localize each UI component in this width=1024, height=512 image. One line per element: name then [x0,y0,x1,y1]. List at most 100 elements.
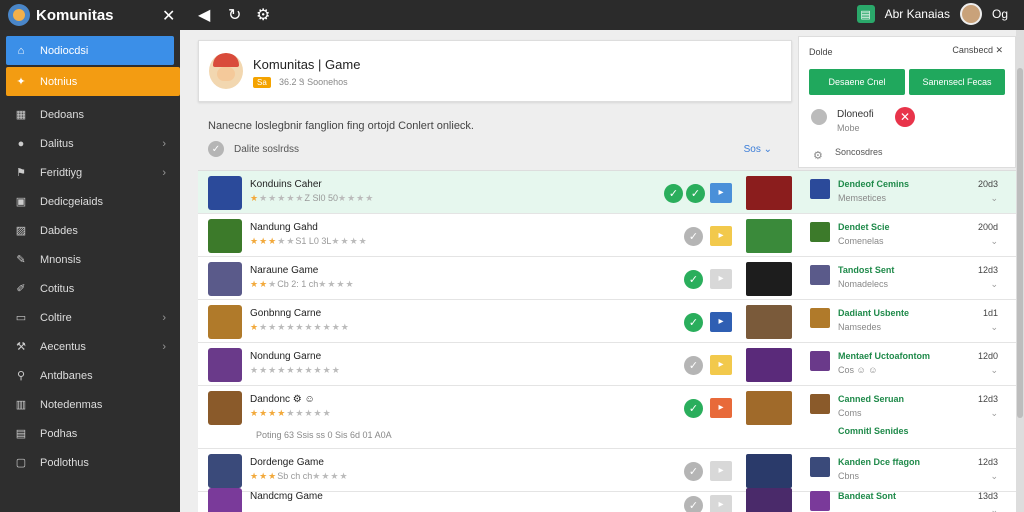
avatar[interactable] [959,3,982,25]
secondary-action-button[interactable]: Sanensecl Fecas [909,69,1005,95]
remove-icon[interactable]: ✕ [895,107,915,127]
sort-dropdown[interactable]: Sos ⌄ [744,144,772,155]
game-name-link[interactable]: Dendet Scie [838,222,890,232]
game-cover[interactable] [746,261,792,296]
action-square-icon[interactable]: ▸ [710,311,732,332]
app-title: Komunitas [36,6,114,24]
check-icon[interactable]: ✓ [684,355,703,375]
sidebar-item[interactable]: ⚑ Feridtiyg › [0,158,180,187]
settings-label[interactable]: Soncosdres [835,147,883,157]
action-square-icon[interactable]: ▸ [710,354,732,375]
game-thumbnail[interactable] [208,453,242,488]
chevron-right-icon: › [162,311,166,324]
filter-check-icon[interactable]: ✓ [208,141,224,157]
sidebar-item[interactable]: ✎ Mnonsis [0,245,180,274]
game-name-link[interactable]: Mentaef Uctoafontom [838,351,930,361]
sidebar-item[interactable]: ▥ Notedenmas [0,390,180,419]
action-square-icon[interactable]: ▸ [710,225,732,246]
chevron-down-icon[interactable]: ⌄ [990,279,998,290]
game-title[interactable]: Gonbnng Carne [250,308,321,319]
list-item[interactable]: Dordenge Game ★★★Sb ch ch★★★★ ✓ ▸ Kanden Dce… [198,449,1016,492]
panel-close-button[interactable]: Cansbecd ✕ [952,45,1003,56]
sidebar-item[interactable]: ▤ Podhas [0,419,180,448]
sidebar-item[interactable]: ▣ Dedicgeiaids [0,187,180,216]
check-icon[interactable]: ✓ [684,269,703,289]
check-icon[interactable]: ✓ [684,312,703,332]
sidebar-item[interactable]: ▢ Podlothus [0,448,180,477]
game-title[interactable]: Nandcmg Game [250,491,323,502]
chevron-down-icon[interactable]: ⌄ [990,505,998,512]
list-item[interactable]: Nandcmg Game ✓ ▸ Bandeat Sont 13d3 ⌄ [198,487,1016,512]
chevron-down-icon[interactable]: ⌄ [990,322,998,333]
sidebar-item[interactable]: ✐ Cotitus [0,274,180,303]
sidebar-item[interactable]: ▭ Coltire › [0,303,180,332]
game-name-link[interactable]: Tandost Sent [838,265,894,275]
game-name-link[interactable]: Kanden Dce ffagon [838,457,920,467]
game-cover[interactable] [746,453,792,488]
game-cover[interactable] [746,218,792,253]
list-item[interactable]: Nondung Garne ★★★★★★★★★★ ✓ ▸ Mentaef Uctoafo… [198,343,1016,386]
sidebar-item[interactable]: ▦ Dedoans [0,100,180,129]
game-name-link[interactable]: Dendeof Cemins [838,179,909,189]
game-title[interactable]: Dandonc ⚙ ☺ [250,394,315,405]
chevron-down-icon[interactable]: ⌄ [990,471,998,482]
settings-icon[interactable]: ⚙ [256,5,270,25]
scrollbar[interactable] [1016,30,1024,512]
game-thumbnail[interactable] [208,347,242,382]
game-thumbnail[interactable] [208,304,242,339]
list-item[interactable]: Gonbnng Carne ★★★★★★★★★★★ ✓ ▸ Dadiant Usbent… [198,300,1016,343]
action-square-icon[interactable]: ▸ [710,460,732,481]
action-square-icon[interactable]: ▸ [710,494,732,512]
game-thumbnail[interactable] [208,218,242,253]
sidebar-item[interactable]: ✦ Notnius [6,67,180,96]
sidebar-item[interactable]: ▨ Dabdes [0,216,180,245]
sidebar-item[interactable]: ⚒ Aecentus › [0,332,180,361]
game-title[interactable]: Nandung Gahd [250,222,318,233]
close-icon[interactable]: ✕ [162,6,175,26]
sidebar-item[interactable]: ⌂ Nodiocdsi [6,36,174,65]
chevron-down-icon[interactable]: ⌄ [990,236,998,247]
game-thumbnail[interactable] [208,487,242,512]
document-icon[interactable]: ▤ [856,5,875,23]
game-title[interactable]: Naraune Game [250,265,318,276]
game-name-link[interactable]: Bandeat Sont [838,491,896,501]
list-item[interactable]: Konduins Caher ★★★★★★Z Sl0 50★★★★ ✓ ✓ ▸ Dende… [198,171,1016,214]
check-icon[interactable]: ✓ [684,226,703,246]
game-thumbnail[interactable] [208,261,242,296]
chevron-down-icon[interactable]: ⌄ [990,408,998,419]
game-title[interactable]: Konduins Caher [250,179,322,190]
scrollbar-thumb[interactable] [1017,68,1023,418]
chevron-down-icon[interactable]: ⌄ [990,193,998,204]
sidebar-item[interactable]: ● Dalitus › [0,129,180,158]
check-icon[interactable]: ✓ [684,398,703,418]
list-item[interactable]: Nandung Gahd ★★★★★S⁠1 L0 3L★★★★ ✓ ▸ Dendet S… [198,214,1016,257]
list-item[interactable]: Naraune Game ★★★Cb 2: 1 ch★★★★ ✓ ▸ Tandost S… [198,257,1016,300]
game-cover[interactable] [746,390,792,425]
game-cover[interactable] [746,487,792,512]
action-square-icon[interactable]: ▸ [710,182,732,203]
game-name-link[interactable]: Canned Seruan [838,394,904,404]
game-title[interactable]: Nondung Garne [250,351,321,362]
check-icon[interactable]: ✓ [686,183,705,203]
check-icon[interactable]: ✓ [664,183,683,203]
action-square-icon[interactable]: ▸ [710,397,732,418]
check-icon[interactable]: ✓ [684,495,703,512]
user-name[interactable]: Abr Kanaias [885,7,950,21]
game-thumbnail[interactable] [208,175,242,210]
game-cover[interactable] [746,175,792,210]
game-name-link[interactable]: Dadiant Usbente [838,308,909,318]
refresh-icon[interactable]: ↻ [228,5,241,25]
chevron-down-icon[interactable]: ⌄ [990,365,998,376]
game-cover[interactable] [746,347,792,382]
check-icon[interactable]: ✓ [684,461,703,481]
back-arrow-icon[interactable]: ◀ [198,5,210,25]
game-thumbnail[interactable] [208,390,242,425]
game-cover[interactable] [746,304,792,339]
extra-game-name[interactable]: Comnitl Senides [838,426,909,436]
primary-action-button[interactable]: Desaene Cnel [809,69,905,95]
list-item[interactable]: Dandonc ⚙ ☺ ★★★★★★★★★ Poting 63 Ssis ss 0 … [198,386,1016,449]
game-title[interactable]: Dordenge Game [250,457,324,468]
sidebar-item[interactable]: ⚲ Antdbanes [0,361,180,390]
gear-icon[interactable]: ⚙ [813,149,823,162]
action-square-icon[interactable]: ▸ [710,268,732,289]
